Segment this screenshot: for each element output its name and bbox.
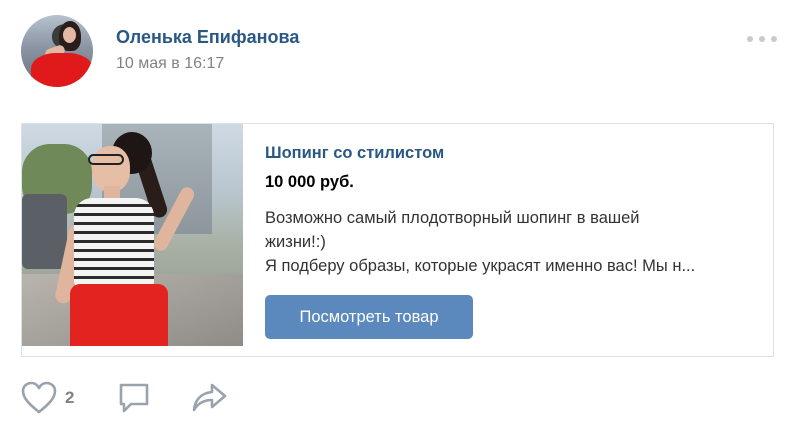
comment-button[interactable]	[117, 381, 151, 415]
like-button[interactable]: 2	[21, 381, 74, 415]
product-description: Возможно самый плодотворный шопинг в ваш…	[265, 206, 755, 278]
post-actions: 2	[21, 381, 321, 415]
heart-icon	[21, 381, 57, 414]
avatar-face	[63, 27, 76, 43]
avatar-dress	[31, 53, 93, 87]
more-dots-icon[interactable]	[747, 32, 777, 46]
description-line: Я подберу образы, которые украсят именно…	[265, 257, 696, 275]
author-avatar[interactable]	[21, 15, 93, 87]
post-date[interactable]: 10 мая в 16:17	[116, 55, 224, 73]
photo-red-skirt	[70, 284, 168, 346]
comment-icon	[119, 383, 149, 413]
share-button[interactable]	[191, 381, 229, 415]
photo-glasses	[88, 154, 124, 165]
author-name-link[interactable]: Оленька Епифанова	[116, 27, 299, 48]
wall-post: Оленька Епифанова 10 мая в 16:17 Шопинг …	[0, 0, 800, 434]
photo-car	[22, 194, 67, 269]
dot	[759, 36, 765, 42]
product-price: 10 000 руб.	[265, 173, 354, 191]
product-title-link[interactable]: Шопинг со стилистом	[265, 144, 444, 163]
photo-striped-shirt	[74, 198, 154, 286]
share-icon	[192, 383, 227, 412]
product-photo[interactable]	[22, 124, 243, 346]
dot	[747, 36, 753, 42]
description-line: Возможно самый плодотворный шопинг в ваш…	[265, 209, 640, 227]
dot	[771, 36, 777, 42]
like-count: 2	[65, 388, 75, 407]
view-product-button[interactable]: Посмотреть товар	[265, 295, 473, 339]
product-card[interactable]: Шопинг со стилистом 10 000 руб. Возможно…	[21, 123, 774, 357]
description-line: жизни!:)	[265, 233, 326, 251]
